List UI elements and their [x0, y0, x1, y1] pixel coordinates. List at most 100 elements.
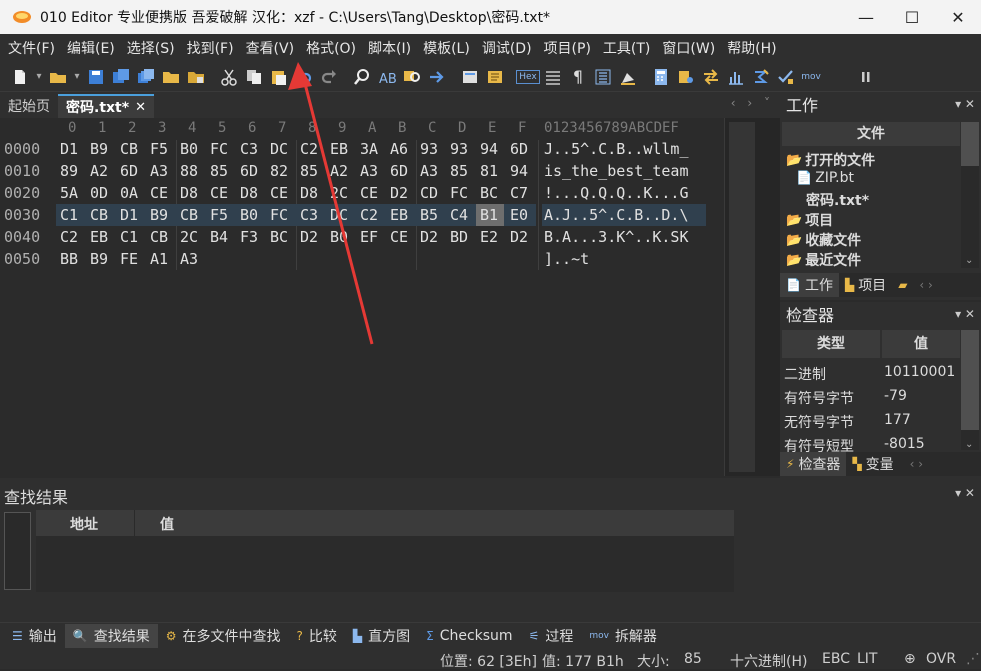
tab-scroll-arrows[interactable]: ‹ › — [910, 457, 923, 471]
cut-icon[interactable] — [217, 65, 241, 89]
hex-byte[interactable]: FC — [210, 140, 238, 158]
inspector-value[interactable]: 177 — [884, 412, 911, 428]
inspector-scrollbar[interactable]: ⌄ — [961, 330, 979, 450]
list-view-icon[interactable] — [591, 65, 615, 89]
find-col-value[interactable]: 值 — [160, 514, 174, 534]
hex-byte[interactable]: FC — [270, 206, 298, 224]
tab-checksum[interactable]: Σ Checksum — [418, 624, 520, 648]
hex-byte[interactable]: EB — [330, 140, 358, 158]
resize-grip-icon[interactable]: ⋰ — [966, 651, 980, 667]
toolbar-options-icon[interactable] — [854, 65, 878, 89]
calculator-icon[interactable] — [649, 65, 673, 89]
maximize-button[interactable]: ☐ — [889, 0, 935, 34]
hex-byte[interactable]: 93 — [450, 140, 478, 158]
hex-byte[interactable]: DC — [330, 206, 358, 224]
panel-controls-icon[interactable]: ▾ ✕ — [955, 97, 975, 111]
menu-file[interactable]: 文件(F) — [2, 38, 61, 58]
tab-output[interactable]: ☰ 输出 — [4, 624, 65, 648]
hex-byte[interactable]: B0 — [240, 206, 268, 224]
hex-byte[interactable]: 89 — [60, 162, 88, 180]
tab-more[interactable]: ▰ — [892, 273, 917, 297]
hex-byte[interactable]: CB — [180, 206, 208, 224]
hex-byte[interactable]: 94 — [480, 140, 508, 158]
ascii-text[interactable]: is_the_best_team — [544, 162, 689, 180]
menu-select[interactable]: 选择(S) — [121, 38, 181, 58]
scroll-down-icon[interactable]: ⌄ — [965, 439, 973, 450]
hex-byte[interactable]: CB — [120, 140, 148, 158]
hex-byte[interactable]: C2 — [360, 206, 388, 224]
paste-icon[interactable] — [267, 65, 291, 89]
hex-byte[interactable]: FE — [120, 250, 148, 268]
hex-byte[interactable]: C3 — [240, 140, 268, 158]
tab-histogram[interactable]: ▙ 直方图 — [345, 624, 418, 648]
bookmark-view-icon[interactable] — [483, 65, 507, 89]
lock-icon[interactable]: ⊕ — [904, 651, 916, 667]
hex-byte[interactable]: A6 — [390, 140, 418, 158]
hex-byte[interactable]: 0D — [90, 184, 118, 202]
find-results-list[interactable] — [36, 536, 734, 592]
hex-byte[interactable]: F5 — [210, 206, 238, 224]
find-in-files-icon[interactable] — [400, 65, 424, 89]
minimize-button[interactable]: — — [843, 0, 889, 34]
menu-tools[interactable]: 工具(T) — [597, 38, 656, 58]
tab-close-icon[interactable]: ✕ — [135, 100, 146, 115]
status-insert-mode[interactable]: OVR — [926, 651, 956, 667]
hex-byte[interactable]: D1 — [120, 206, 148, 224]
hex-byte[interactable]: CE — [360, 184, 388, 202]
find-results-sidebar[interactable] — [4, 512, 31, 590]
verify-icon[interactable] — [774, 65, 798, 89]
save-all-icon[interactable] — [134, 65, 158, 89]
tab-find-in-files[interactable]: ⚙ 在多文件中查找 — [158, 624, 289, 648]
hex-byte[interactable]: CB — [90, 206, 118, 224]
hex-byte[interactable]: C3 — [300, 206, 328, 224]
tab-navigation-arrows[interactable]: ‹ › ˅ — [731, 96, 774, 110]
hex-byte[interactable]: C7 — [510, 184, 538, 202]
hex-byte[interactable]: C2 — [60, 228, 88, 246]
hex-byte[interactable]: EF — [360, 228, 388, 246]
hex-byte[interactable]: B9 — [150, 206, 178, 224]
status-mode[interactable]: 十六进制(H) — [730, 651, 807, 671]
menu-script[interactable]: 脚本(I) — [362, 38, 417, 58]
compare-icon[interactable] — [699, 65, 723, 89]
close-file-icon[interactable] — [184, 65, 208, 89]
inspector-value[interactable]: -8015 — [884, 436, 925, 452]
scroll-down-icon[interactable]: ⌄ — [965, 255, 973, 266]
find-col-address[interactable]: 地址 — [70, 514, 98, 534]
hex-byte[interactable]: D2 — [300, 228, 328, 246]
hex-byte[interactable]: A2 — [330, 162, 358, 180]
hex-byte[interactable]: D8 — [240, 184, 268, 202]
copy-icon[interactable] — [242, 65, 266, 89]
hex-byte[interactable]: D2 — [420, 228, 448, 246]
goto-arrow-icon[interactable] — [425, 65, 449, 89]
panel-controls-icon[interactable]: ▾ ✕ — [955, 486, 975, 500]
hex-byte[interactable]: A3 — [420, 162, 448, 180]
work-tree-item[interactable]: 📂 收藏文件 — [786, 230, 861, 250]
scrollbar-thumb[interactable] — [961, 122, 979, 166]
hex-byte[interactable]: A3 — [150, 162, 178, 180]
histogram-icon[interactable] — [724, 65, 748, 89]
hex-byte[interactable]: 85 — [450, 162, 478, 180]
open-folder-icon[interactable] — [46, 65, 70, 89]
hex-byte[interactable]: 5A — [60, 184, 88, 202]
text-view-icon[interactable] — [458, 65, 482, 89]
hex-byte[interactable]: 85 — [300, 162, 328, 180]
hex-byte[interactable]: F5 — [150, 140, 178, 158]
hex-byte[interactable]: 0A — [120, 184, 148, 202]
hex-byte[interactable]: BD — [450, 228, 478, 246]
panel-controls-icon[interactable]: ▾ ✕ — [955, 307, 975, 321]
hex-byte[interactable]: 3A — [360, 140, 388, 158]
hex-byte[interactable]: A3 — [360, 162, 388, 180]
work-tree-item[interactable]: 📄 ZIP.bt — [796, 170, 854, 186]
hex-byte[interactable]: 6D — [510, 140, 538, 158]
tab-disassembler[interactable]: mov 拆解器 — [581, 624, 665, 648]
hex-byte[interactable]: 93 — [420, 140, 448, 158]
dropdown-arrow-icon[interactable]: ▾ — [33, 65, 45, 89]
menu-help[interactable]: 帮助(H) — [721, 38, 782, 58]
hex-byte[interactable]: 2C — [330, 184, 358, 202]
hex-vertical-scrollbar[interactable] — [724, 118, 780, 476]
close-button[interactable]: ✕ — [935, 0, 981, 34]
hex-byte[interactable]: BC — [270, 228, 298, 246]
menu-window[interactable]: 窗口(W) — [656, 38, 721, 58]
hex-byte[interactable]: A2 — [90, 162, 118, 180]
ascii-text[interactable]: A.J..5^.C.B..D.\ — [544, 206, 689, 224]
